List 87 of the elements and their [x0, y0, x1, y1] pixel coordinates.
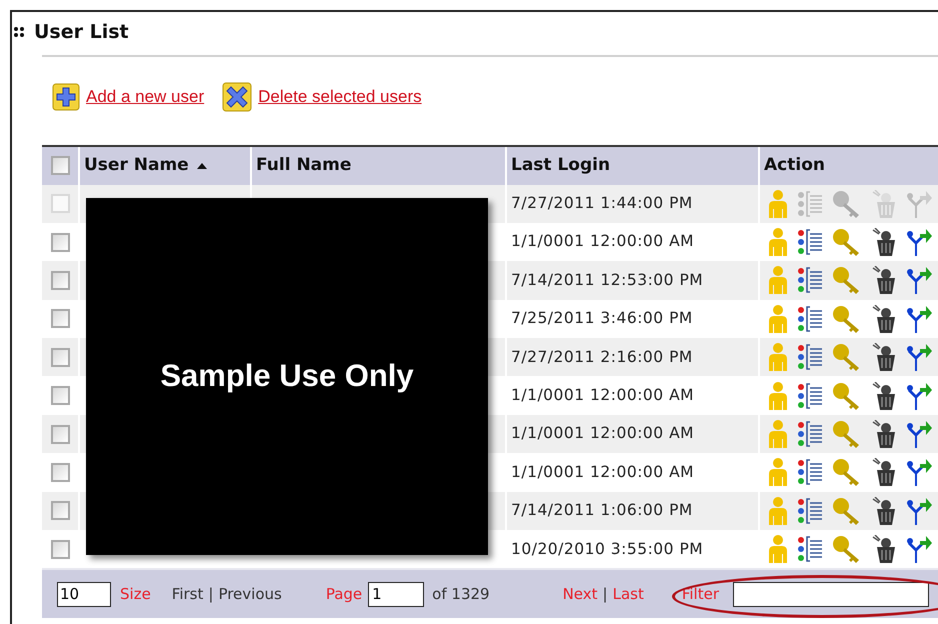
- key-icon[interactable]: [832, 266, 862, 294]
- table-cell-text: 10/20/2010 3:55:00 PM: [511, 538, 704, 560]
- page-size-field[interactable]: 10: [57, 582, 111, 607]
- redaction-text: Sample Use Only: [160, 357, 414, 396]
- list-icon[interactable]: [797, 459, 823, 486]
- person-icon[interactable]: [768, 190, 788, 218]
- trash-icon[interactable]: [871, 304, 897, 333]
- branch-arrow-icon[interactable]: [906, 382, 932, 410]
- branch-arrow-icon[interactable]: [906, 304, 932, 333]
- list-icon[interactable]: [797, 421, 823, 448]
- row-checkbox[interactable]: [50, 270, 70, 290]
- page-number-field[interactable]: 1: [368, 582, 424, 607]
- key-icon[interactable]: [832, 304, 862, 333]
- row-checkbox[interactable]: [50, 386, 70, 406]
- filter-field[interactable]: [733, 582, 929, 607]
- row-checkbox[interactable]: [50, 348, 70, 367]
- branch-arrow-icon[interactable]: [906, 496, 932, 525]
- list-icon[interactable]: [797, 536, 823, 562]
- branch-arrow-icon[interactable]: [906, 266, 932, 294]
- table-cell-text: 1/1/0001 12:00:00 AM: [511, 231, 694, 252]
- row-checkbox[interactable]: [50, 424, 70, 444]
- list-icon[interactable]: [797, 382, 823, 409]
- separator: |: [208, 584, 214, 606]
- table-cell-text: 1/1/0001 12:00:00 AM: [511, 462, 694, 483]
- person-icon[interactable]: [768, 535, 788, 564]
- trash-icon[interactable]: [871, 382, 897, 410]
- person-icon[interactable]: [768, 420, 788, 448]
- key-icon[interactable]: [832, 458, 862, 486]
- list-icon[interactable]: [797, 267, 823, 294]
- page-total: of 1329: [432, 584, 490, 606]
- person-icon[interactable]: [768, 266, 788, 294]
- row-checkbox[interactable]: [50, 501, 70, 520]
- key-icon[interactable]: [832, 496, 862, 525]
- person-icon[interactable]: [768, 228, 788, 256]
- table-cell-text: 7/14/2011 12:53:00 PM: [511, 270, 704, 291]
- action-link[interactable]: Add a new user: [86, 84, 204, 110]
- trash-icon[interactable]: [871, 458, 897, 486]
- key-icon[interactable]: [832, 343, 862, 372]
- column-header[interactable]: Action: [764, 152, 825, 178]
- person-icon[interactable]: [768, 304, 788, 333]
- x-icon[interactable]: [222, 82, 252, 112]
- trash-icon[interactable]: [871, 496, 897, 525]
- trash-icon[interactable]: [871, 420, 897, 448]
- size-label: Size: [120, 584, 151, 606]
- grip-icon: [14, 26, 24, 38]
- table-cell-text: 7/14/2011 1:06:00 PM: [511, 500, 693, 522]
- column-header[interactable]: Full Name: [256, 152, 352, 178]
- branch-arrow-icon[interactable]: [906, 535, 932, 564]
- person-icon[interactable]: [768, 458, 788, 486]
- branch-arrow-icon[interactable]: [906, 228, 932, 256]
- separator: |: [602, 584, 608, 606]
- row-checkbox[interactable]: [50, 156, 70, 175]
- sort-ascending-icon: [196, 162, 207, 168]
- trash-icon[interactable]: [871, 343, 897, 372]
- column-header[interactable]: User Name: [84, 152, 207, 178]
- branch-arrow-icon[interactable]: [906, 343, 932, 372]
- trash-icon[interactable]: [871, 266, 897, 294]
- list-icon[interactable]: [797, 498, 823, 524]
- branch-arrow-icon[interactable]: [906, 458, 932, 486]
- key-icon[interactable]: [832, 535, 862, 564]
- person-icon[interactable]: [768, 382, 788, 410]
- key-icon[interactable]: [832, 382, 862, 410]
- key-icon[interactable]: [832, 190, 862, 218]
- person-icon[interactable]: [768, 496, 788, 525]
- trash-icon[interactable]: [871, 535, 897, 564]
- action-link[interactable]: Delete selected users: [258, 84, 422, 110]
- plus-icon[interactable]: [52, 82, 80, 110]
- page-title: User List: [34, 20, 129, 45]
- row-checkbox[interactable]: [50, 309, 70, 328]
- table-cell-text: 1/1/0001 12:00:00 AM: [511, 385, 694, 406]
- table-cell-text: 1/1/0001 12:00:00 AM: [511, 423, 694, 444]
- branch-arrow-icon[interactable]: [906, 420, 932, 448]
- table-cell-text: 7/27/2011 1:44:00 PM: [511, 193, 693, 214]
- table-cell-text: 7/27/2011 2:16:00 PM: [511, 346, 693, 368]
- list-icon[interactable]: [797, 229, 823, 256]
- key-icon[interactable]: [832, 420, 862, 448]
- row-checkbox[interactable]: [50, 462, 70, 482]
- trash-icon[interactable]: [871, 228, 897, 256]
- key-icon[interactable]: [832, 228, 862, 256]
- row-checkbox[interactable]: [50, 232, 70, 252]
- list-icon[interactable]: [797, 344, 823, 370]
- table-cell-text: 7/25/2011 3:46:00 PM: [511, 308, 693, 330]
- person-icon[interactable]: [768, 343, 788, 372]
- list-icon[interactable]: [797, 306, 823, 332]
- column-header[interactable]: Last Login: [511, 152, 610, 178]
- row-checkbox[interactable]: [50, 540, 70, 559]
- page-label: Page: [326, 584, 362, 606]
